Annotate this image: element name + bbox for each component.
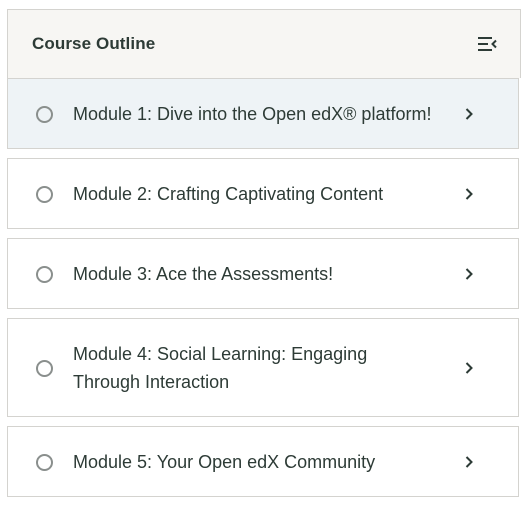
page-title: Course Outline xyxy=(32,34,156,53)
completion-circle-icon xyxy=(36,360,53,377)
module-item-5[interactable]: Module 5: Your Open edX Community xyxy=(7,426,519,497)
module-label: Module 4: Social Learning: Engaging Thro… xyxy=(73,344,368,392)
collapse-menu-icon xyxy=(478,37,497,51)
chevron-right-icon xyxy=(465,362,473,374)
completion-circle-icon xyxy=(36,106,53,123)
module-item-1[interactable]: Module 1: Dive into the Open edX® platfo… xyxy=(7,78,519,149)
module-label: Module 3: Ace the Assessments! xyxy=(73,264,334,284)
chevron-right-icon xyxy=(465,268,473,280)
chevron-right-icon xyxy=(465,188,473,200)
module-item-3[interactable]: Module 3: Ace the Assessments! xyxy=(7,238,519,309)
completion-circle-icon xyxy=(36,454,53,471)
module-item-2[interactable]: Module 2: Crafting Captivating Content xyxy=(7,158,519,229)
chevron-right-icon xyxy=(465,456,473,468)
module-item-4[interactable]: Module 4: Social Learning: Engaging Thro… xyxy=(7,318,519,417)
module-label: Module 5: Your Open edX Community xyxy=(73,452,376,472)
completion-circle-icon xyxy=(36,186,53,203)
chevron-right-icon xyxy=(465,108,473,120)
collapse-outline-button[interactable] xyxy=(476,34,498,54)
module-label: Module 1: Dive into the Open edX® platfo… xyxy=(73,104,432,124)
course-outline-header: Course Outline xyxy=(7,9,521,78)
module-label: Module 2: Crafting Captivating Content xyxy=(73,184,384,204)
completion-circle-icon xyxy=(36,266,53,283)
